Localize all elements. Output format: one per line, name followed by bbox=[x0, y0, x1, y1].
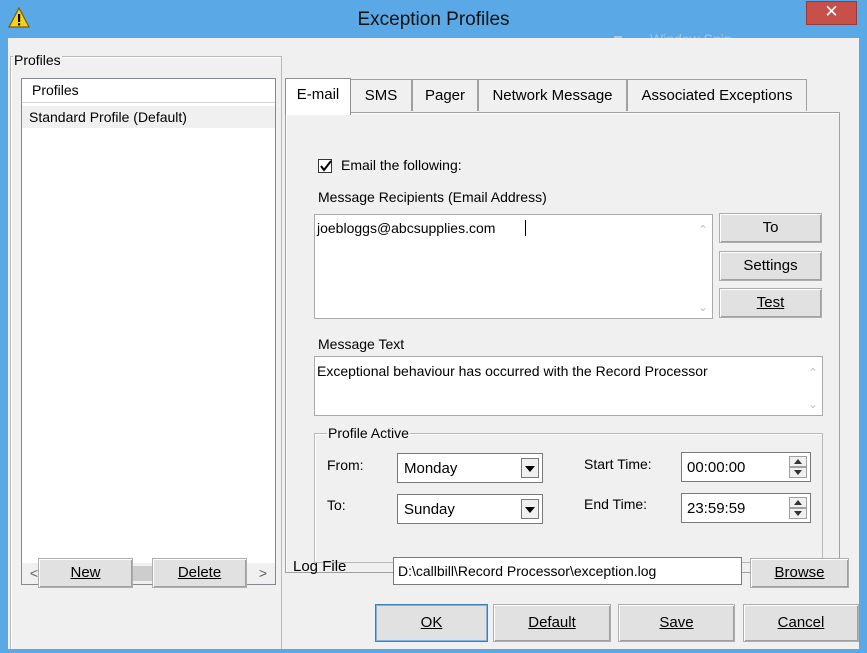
end-time-input[interactable]: 23:59:59 bbox=[681, 493, 811, 523]
title-bar[interactable]: Window Snip Exception Profiles ✕ bbox=[0, 0, 867, 47]
close-icon: ✕ bbox=[824, 2, 839, 21]
end-time-label: End Time: bbox=[584, 496, 648, 512]
start-time-input[interactable]: 00:00:00 bbox=[681, 452, 811, 482]
log-file-label: Log File bbox=[293, 558, 347, 575]
tab-sms[interactable]: SMS bbox=[350, 79, 412, 111]
save-button-label: Save bbox=[659, 614, 694, 631]
recipients-textarea[interactable]: joebloggs@abcsupplies.com ⌃ ⌄ bbox=[314, 214, 713, 319]
email-tab-panel: Email the following: Message Recipients … bbox=[285, 112, 840, 573]
message-value: Exceptional behaviour has occurred with … bbox=[317, 363, 708, 379]
email-enabled-checkbox[interactable] bbox=[318, 159, 332, 173]
spin-up-button[interactable] bbox=[789, 456, 807, 467]
tab-email[interactable]: E-mail bbox=[285, 78, 351, 115]
default-button[interactable]: Default bbox=[493, 604, 611, 642]
test-button-label: Test bbox=[756, 294, 785, 311]
from-label: From: bbox=[327, 457, 364, 473]
log-file-input[interactable]: D:\callbill\Record Processor\exception.l… bbox=[393, 557, 742, 585]
end-time-spinner[interactable] bbox=[789, 497, 807, 519]
chevron-down-icon bbox=[525, 466, 535, 472]
text-cursor bbox=[525, 220, 526, 236]
recipients-value: joebloggs@abcsupplies.com bbox=[317, 220, 496, 236]
from-day-value: Monday bbox=[404, 460, 458, 477]
scroll-down-arrow-icon[interactable]: ⌄ bbox=[696, 302, 710, 314]
profile-list-item[interactable]: Standard Profile (Default) bbox=[22, 106, 275, 128]
ok-button-label: OK bbox=[420, 614, 443, 631]
scroll-up-arrow-icon[interactable]: ⌃ bbox=[806, 367, 820, 379]
email-enabled-label: Email the following: bbox=[341, 157, 462, 173]
to-label: To: bbox=[327, 497, 346, 513]
tab-associated-exceptions[interactable]: Associated Exceptions bbox=[627, 79, 807, 111]
close-button[interactable]: ✕ bbox=[806, 1, 857, 25]
spin-up-icon bbox=[794, 459, 802, 464]
to-button-label: To bbox=[762, 219, 779, 236]
check-mark-icon bbox=[320, 160, 332, 172]
scroll-right-arrow-icon[interactable]: > bbox=[253, 564, 273, 583]
spin-down-icon bbox=[794, 511, 802, 516]
message-textarea[interactable]: Exceptional behaviour has occurred with … bbox=[314, 356, 823, 416]
dialog-client-area: Profiles Profiles Standard Profile (Defa… bbox=[8, 38, 859, 649]
end-time-value: 23:59:59 bbox=[687, 500, 746, 517]
cancel-button[interactable]: Cancel bbox=[743, 604, 859, 642]
settings-button-label: Settings bbox=[743, 257, 798, 274]
start-time-value: 00:00:00 bbox=[687, 459, 746, 476]
profiles-group-label: Profiles bbox=[13, 52, 62, 70]
delete-button-label: Delete bbox=[177, 564, 222, 581]
tab-network-message[interactable]: Network Message bbox=[478, 79, 627, 111]
profiles-list[interactable]: Profiles Standard Profile (Default) < > bbox=[21, 78, 276, 585]
start-time-label: Start Time: bbox=[584, 456, 652, 472]
to-day-select[interactable]: Sunday bbox=[397, 494, 543, 524]
spin-down-button[interactable] bbox=[789, 467, 807, 478]
new-profile-button[interactable]: New bbox=[38, 558, 133, 588]
message-text-label: Message Text bbox=[318, 336, 405, 352]
spin-up-icon bbox=[794, 500, 802, 505]
scroll-down-arrow-icon[interactable]: ⌄ bbox=[806, 399, 820, 411]
log-file-value: D:\callbill\Record Processor\exception.l… bbox=[398, 563, 657, 579]
recipients-label: Message Recipients (Email Address) bbox=[318, 189, 547, 205]
message-scrollbar[interactable]: ⌃ ⌄ bbox=[804, 357, 822, 415]
default-button-label: Default bbox=[528, 614, 576, 631]
spin-up-button[interactable] bbox=[789, 497, 807, 508]
settings-button[interactable]: Settings bbox=[719, 251, 822, 281]
spin-down-button[interactable] bbox=[789, 508, 807, 519]
browse-button[interactable]: Browse bbox=[750, 558, 849, 588]
tab-pager[interactable]: Pager bbox=[412, 79, 478, 111]
new-button-label: New bbox=[70, 564, 101, 581]
recipients-scrollbar[interactable]: ⌃ ⌄ bbox=[694, 215, 712, 318]
profiles-column-header[interactable]: Profiles bbox=[22, 79, 275, 103]
dialog-window: Window Snip Exception Profiles ✕ Profile… bbox=[0, 0, 867, 653]
ok-button[interactable]: OK bbox=[375, 604, 488, 642]
browse-button-label: Browse bbox=[774, 564, 825, 581]
test-button[interactable]: Test bbox=[719, 288, 822, 318]
save-button[interactable]: Save bbox=[618, 604, 735, 642]
scroll-up-arrow-icon[interactable]: ⌃ bbox=[696, 224, 710, 236]
from-dropdown-button[interactable] bbox=[521, 458, 539, 478]
to-dropdown-button[interactable] bbox=[521, 499, 539, 519]
window-title: Exception Profiles bbox=[357, 9, 510, 30]
from-day-select[interactable]: Monday bbox=[397, 453, 543, 483]
spin-down-icon bbox=[794, 470, 802, 475]
delete-profile-button[interactable]: Delete bbox=[152, 558, 247, 588]
to-day-value: Sunday bbox=[404, 501, 455, 518]
profile-active-label: Profile Active bbox=[327, 425, 410, 443]
to-button[interactable]: To bbox=[719, 213, 822, 243]
chevron-down-icon bbox=[525, 507, 535, 513]
start-time-spinner[interactable] bbox=[789, 456, 807, 478]
cancel-button-label: Cancel bbox=[777, 614, 825, 631]
